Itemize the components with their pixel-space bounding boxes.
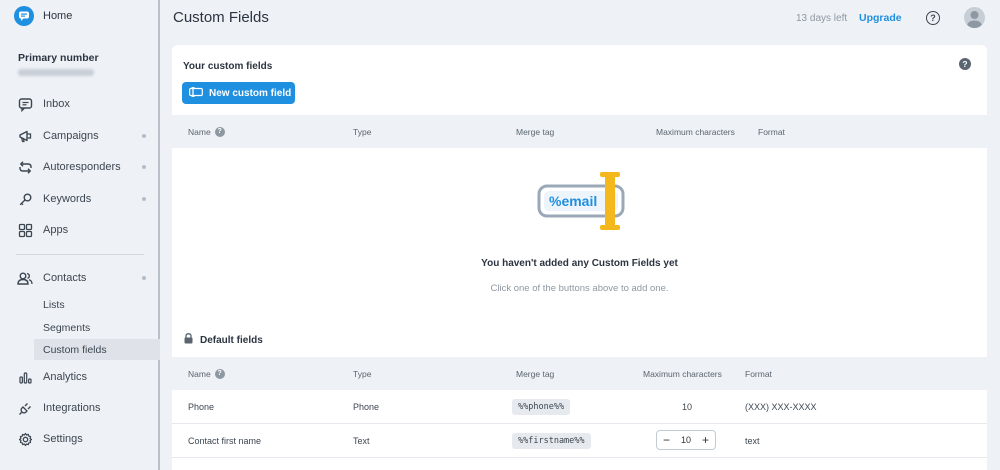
sidebar-item-label: Integrations bbox=[43, 402, 101, 414]
max-characters: 10 bbox=[682, 402, 693, 412]
apps-grid-icon bbox=[17, 222, 33, 238]
analytics-icon bbox=[17, 369, 33, 385]
sidebar-item-label: Campaigns bbox=[43, 130, 99, 142]
expand-dot-icon bbox=[142, 197, 146, 201]
default-fields-heading: Default fields bbox=[184, 333, 263, 347]
upgrade-link[interactable]: Upgrade bbox=[859, 12, 902, 24]
custom-fields-card: Your custom fields ? New custom field Na… bbox=[172, 45, 987, 470]
field-name: Phone bbox=[188, 402, 215, 412]
home-label: Home bbox=[43, 10, 73, 22]
increment-icon[interactable]: + bbox=[702, 433, 709, 447]
sidebar-item-integrations[interactable]: Integrations bbox=[0, 396, 160, 420]
sidebar-item-label: Analytics bbox=[43, 371, 88, 383]
sidebar-item-label: Contacts bbox=[43, 272, 87, 284]
sidebar-item-label: Inbox bbox=[43, 98, 70, 110]
column-merge-tag: Merge tag bbox=[516, 126, 555, 137]
logo-icon bbox=[14, 6, 34, 26]
decrement-icon[interactable]: − bbox=[663, 433, 670, 447]
column-merge-tag: Merge tag bbox=[516, 368, 555, 379]
new-custom-field-button[interactable]: New custom field bbox=[182, 82, 295, 104]
sidebar-divider bbox=[16, 254, 144, 255]
autoresponder-icon bbox=[17, 159, 33, 175]
contacts-icon bbox=[17, 270, 33, 286]
expand-dot-icon bbox=[142, 134, 146, 138]
empty-state-title: You haven't added any Custom Fields yet bbox=[481, 258, 678, 269]
column-format: Format bbox=[745, 368, 772, 379]
merge-tag-cell: %%firstname%% bbox=[512, 424, 591, 458]
page-title: Custom Fields bbox=[173, 9, 269, 26]
sidebar-item-label: Autoresponders bbox=[43, 161, 121, 173]
plug-icon bbox=[17, 400, 33, 416]
empty-state-illustration: %email bbox=[537, 172, 627, 233]
sidebar-item-autoresponders[interactable]: Autoresponders bbox=[0, 155, 160, 179]
max-characters-stepper[interactable]: − 10 + bbox=[656, 430, 716, 450]
merge-tag: %%phone%% bbox=[512, 399, 571, 415]
field-type: Phone bbox=[353, 402, 380, 412]
sidebar-item-keywords[interactable]: Keywords bbox=[0, 187, 160, 211]
column-format: Format bbox=[758, 126, 785, 137]
column-name: Name? bbox=[188, 357, 225, 390]
sidebar-item-label: Settings bbox=[43, 433, 83, 445]
sidebar-item-apps[interactable]: Apps bbox=[0, 218, 160, 242]
inbox-icon bbox=[17, 96, 33, 112]
sidebar: Home Primary number Inbox Campaigns Auto… bbox=[0, 0, 160, 470]
sidebar-subitem-segments[interactable]: Segments bbox=[34, 317, 160, 338]
default-fields-table-header: Name? Type Merge tag Maximum characters … bbox=[172, 357, 987, 390]
field-format: (XXX) XXX-XXXX bbox=[745, 402, 817, 412]
avatar[interactable] bbox=[964, 7, 985, 28]
sidebar-item-inbox[interactable]: Inbox bbox=[0, 92, 160, 116]
primary-number-value-blurred bbox=[18, 69, 94, 76]
primary-number-label: Primary number bbox=[18, 52, 99, 64]
home-link[interactable]: Home bbox=[14, 6, 72, 26]
expand-dot-icon bbox=[142, 276, 146, 280]
merge-tag: %%firstname%% bbox=[512, 433, 591, 449]
sidebar-item-label: Keywords bbox=[43, 193, 92, 205]
sidebar-item-label: Apps bbox=[43, 224, 69, 236]
column-name: Name? bbox=[188, 115, 225, 148]
field-name: Contact first name bbox=[188, 436, 262, 446]
sidebar-item-settings[interactable]: Settings bbox=[0, 427, 160, 451]
sidebar-subitem-custom-fields[interactable]: Custom fields bbox=[34, 339, 160, 360]
help-icon[interactable]: ? bbox=[926, 11, 940, 25]
sidebar-subitem-lists[interactable]: Lists bbox=[34, 294, 160, 315]
expand-dot-icon bbox=[142, 165, 146, 169]
table-row[interactable]: Phone Phone %%phone%% 10 (XXX) XXX-XXXX bbox=[172, 390, 987, 424]
key-icon bbox=[17, 191, 33, 207]
default-fields-title: Default fields bbox=[200, 334, 263, 346]
help-icon[interactable]: ? bbox=[214, 368, 225, 379]
lock-icon bbox=[184, 333, 193, 347]
column-maximum-characters: Maximum characters bbox=[643, 368, 722, 379]
sidebar-item-analytics[interactable]: Analytics bbox=[0, 365, 160, 389]
trial-remaining: 13 days left bbox=[796, 13, 848, 24]
column-type: Type bbox=[353, 368, 372, 379]
sidebar-item-contacts[interactable]: Contacts bbox=[0, 266, 160, 290]
primary-number: Primary number bbox=[18, 52, 99, 76]
column-name-label: Name bbox=[188, 126, 211, 137]
field-format: text bbox=[745, 436, 760, 446]
megaphone-icon bbox=[17, 128, 33, 144]
sidebar-item-campaigns[interactable]: Campaigns bbox=[0, 124, 160, 148]
card-title: Your custom fields bbox=[183, 61, 273, 72]
merge-tag-cell: %%phone%% bbox=[512, 390, 571, 424]
help-icon[interactable]: ? bbox=[214, 126, 225, 137]
column-type: Type bbox=[353, 126, 372, 137]
max-characters-value[interactable]: 10 bbox=[681, 435, 691, 445]
custom-fields-table-header: Name? Type Merge tag Maximum characters … bbox=[172, 115, 987, 148]
empty-art-tag: %email bbox=[549, 193, 597, 209]
custom-field-icon bbox=[189, 86, 203, 100]
column-name-label: Name bbox=[188, 368, 211, 379]
field-type: Text bbox=[353, 436, 370, 446]
gear-icon bbox=[17, 431, 33, 447]
table-row[interactable]: Contact first name Text %%firstname%% − … bbox=[172, 424, 987, 458]
column-maximum-characters: Maximum characters bbox=[656, 126, 735, 137]
help-icon[interactable]: ? bbox=[959, 58, 971, 70]
empty-state-subtitle: Click one of the buttons above to add on… bbox=[490, 283, 669, 294]
new-custom-field-label: New custom field bbox=[209, 87, 292, 99]
